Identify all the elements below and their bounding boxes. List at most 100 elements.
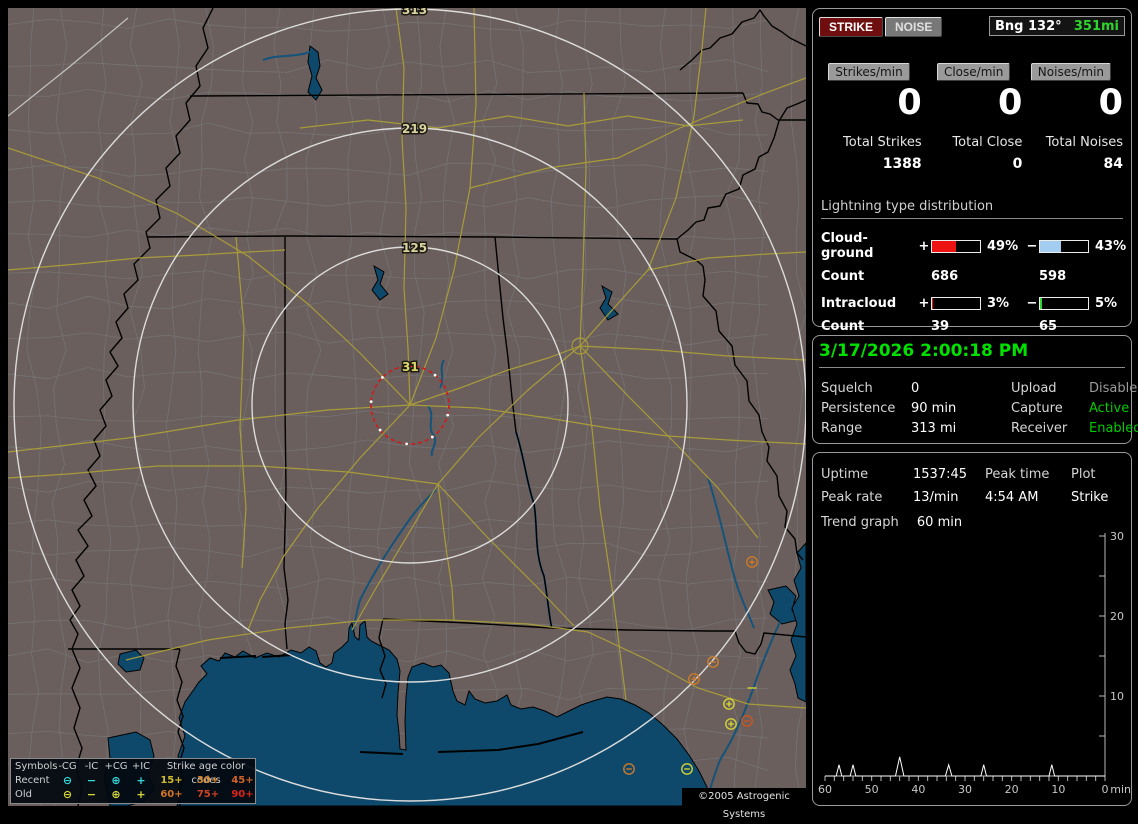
svg-text:313: 313: [402, 8, 427, 17]
cg-minus-recent-icon: ⊖: [62, 774, 73, 787]
strikes-per-min-value: 0: [897, 83, 922, 123]
uptime-label: Uptime: [821, 467, 869, 482]
noises-column: Noises/min 0 Total Noises 84: [1022, 61, 1123, 172]
age-15: 15+: [160, 775, 183, 786]
distribution-title: Lightning type distribution: [821, 199, 1123, 219]
cg-plus-recent-icon: ⊕: [111, 774, 121, 787]
range-label: Range: [821, 420, 863, 436]
capture-label: Capture: [1011, 400, 1063, 416]
cloud-ground-count-row: Count 686 598: [821, 269, 1123, 284]
noises-per-min-label: Noises/min: [1030, 63, 1112, 81]
uptime-stats: Uptime 1537:45 Peak time Plot Peak rate …: [821, 463, 1123, 509]
svg-text:10: 10: [1051, 783, 1065, 796]
peak-rate-value: 13/min: [913, 490, 959, 505]
strike-trend-chart: 10 20 30 60 50 40 30 20 10 0 min: [818, 530, 1131, 796]
total-close-label: Total Close: [952, 134, 1023, 150]
strikes-column: Strikes/min 0 Total Strikes 1388: [821, 61, 922, 172]
age-45: 45+: [231, 775, 254, 786]
ic-minus-recent-icon: −: [86, 774, 97, 787]
cg-plus-old-icon: ⊕: [111, 788, 121, 801]
svg-text:40: 40: [911, 783, 925, 796]
cloud-ground-label: Cloud-ground: [821, 231, 874, 261]
range-value: 313 mi: [911, 420, 957, 436]
bearing-distance: 351mi: [1073, 19, 1119, 34]
strike-legend: Symbols -CG -IC +CG +IC Strike age color…: [10, 758, 256, 804]
datetime-display: 3/17/2026 2:00:18 PM: [819, 341, 1125, 368]
cg-minus-count: 598: [1039, 269, 1067, 284]
svg-text:31: 31: [402, 360, 419, 374]
copyright-notice: ©2005 Astrogenic Systems: [682, 788, 806, 820]
close-per-min-value: 0: [997, 83, 1023, 123]
total-noises-label: Total Noises: [1045, 134, 1124, 150]
plus-sign: +: [918, 238, 930, 254]
intracloud-count-row: Count 39 65: [821, 319, 1123, 334]
lightning-distribution: Lightning type distribution Cloud-ground…: [821, 199, 1127, 334]
strike-mode-button[interactable]: STRIKE: [819, 17, 884, 37]
minus-sign: −: [1026, 238, 1038, 254]
peak-time-value: 4:54 AM: [985, 490, 1039, 505]
ic-plus-old-icon: +: [136, 788, 146, 801]
ic-minus-percent: 5%: [1095, 296, 1118, 311]
trend-window-value: 60 min: [916, 515, 963, 530]
svg-text:0: 0: [1102, 783, 1109, 796]
plus-sign: +: [918, 296, 930, 311]
intracloud-row: Intracloud + 3% − 5%: [821, 296, 1123, 311]
receiver-status: Enabled: [1089, 420, 1138, 436]
ic-minus-count: 65: [1039, 319, 1058, 334]
cloud-ground-row: Cloud-ground + 49% − 43%: [821, 231, 1127, 261]
svg-text:219: 219: [402, 122, 427, 136]
svg-text:30: 30: [958, 783, 972, 796]
svg-text:min: min: [1110, 783, 1131, 796]
app-window: { "map": { "colors": { "land": "#6a5f5c"…: [0, 0, 1138, 820]
receiver-label: Receiver: [1011, 420, 1068, 436]
bearing-readout: Bng 132° 351mi: [989, 16, 1125, 36]
persistence-label: Persistence: [821, 400, 896, 416]
age-90: 90+: [231, 789, 254, 800]
uptime-panel: Uptime 1537:45 Peak time Plot Peak rate …: [812, 452, 1132, 806]
ic-minus-old-icon: −: [86, 788, 97, 801]
status-panel: 3/17/2026 2:00:18 PM Squelch 0 Upload Di…: [812, 335, 1138, 444]
svg-text:125: 125: [402, 241, 427, 255]
plot-label: Plot: [1071, 467, 1096, 482]
noise-mode-button[interactable]: NOISE: [885, 17, 943, 37]
strikes-per-min-label: Strikes/min: [828, 63, 910, 81]
peak-rate-label: Peak rate: [821, 490, 883, 505]
cg-plus-percent: 49%: [987, 238, 1019, 254]
svg-text:50: 50: [865, 783, 879, 796]
legend-old-label: Old: [15, 789, 32, 800]
cg-minus-old-icon: ⊖: [62, 788, 73, 801]
total-close-value: 0: [1012, 155, 1023, 172]
cg-minus-bar: [1039, 239, 1089, 253]
plot-value: Strike: [1071, 490, 1109, 505]
capture-status: Active: [1089, 400, 1130, 416]
upload-status: Disabled: [1089, 380, 1138, 396]
peak-time-label: Peak time: [985, 467, 1050, 482]
total-strikes-value: 1388: [882, 155, 922, 172]
squelch-value: 0: [911, 380, 920, 396]
cg-minus-percent: 43%: [1095, 238, 1127, 254]
squelch-label: Squelch: [821, 380, 873, 396]
svg-text:60: 60: [818, 783, 832, 796]
ic-minus-bar: [1039, 297, 1089, 310]
svg-text:20: 20: [1110, 610, 1124, 623]
lightning-map[interactable]: 313 219 125 31 Symbols -CG -IC +CG +IC Stri…: [8, 8, 806, 820]
close-per-min-label: Close/min: [936, 63, 1011, 81]
count-label: Count: [821, 269, 865, 284]
total-noises-value: 84: [1103, 155, 1124, 172]
age-60: 60+: [160, 789, 183, 800]
upload-label: Upload: [1011, 380, 1057, 396]
svg-text:30: 30: [1110, 530, 1124, 543]
persistence-value: 90 min: [911, 400, 957, 416]
minus-sign: −: [1026, 296, 1038, 311]
age-75: 75+: [196, 789, 220, 800]
age-30: 30+: [196, 775, 220, 786]
total-strikes-label: Total Strikes: [843, 134, 922, 150]
cg-plus-count: 686: [931, 269, 959, 284]
ic-plus-count: 39: [931, 319, 950, 334]
noises-per-min-value: 0: [1098, 83, 1124, 123]
cg-plus-bar: [931, 239, 981, 253]
uptime-value: 1537:45: [913, 467, 968, 482]
close-column: Close/min 0 Total Close 0: [922, 61, 1023, 172]
ic-plus-recent-icon: +: [136, 774, 146, 787]
svg-text:20: 20: [1005, 783, 1019, 796]
